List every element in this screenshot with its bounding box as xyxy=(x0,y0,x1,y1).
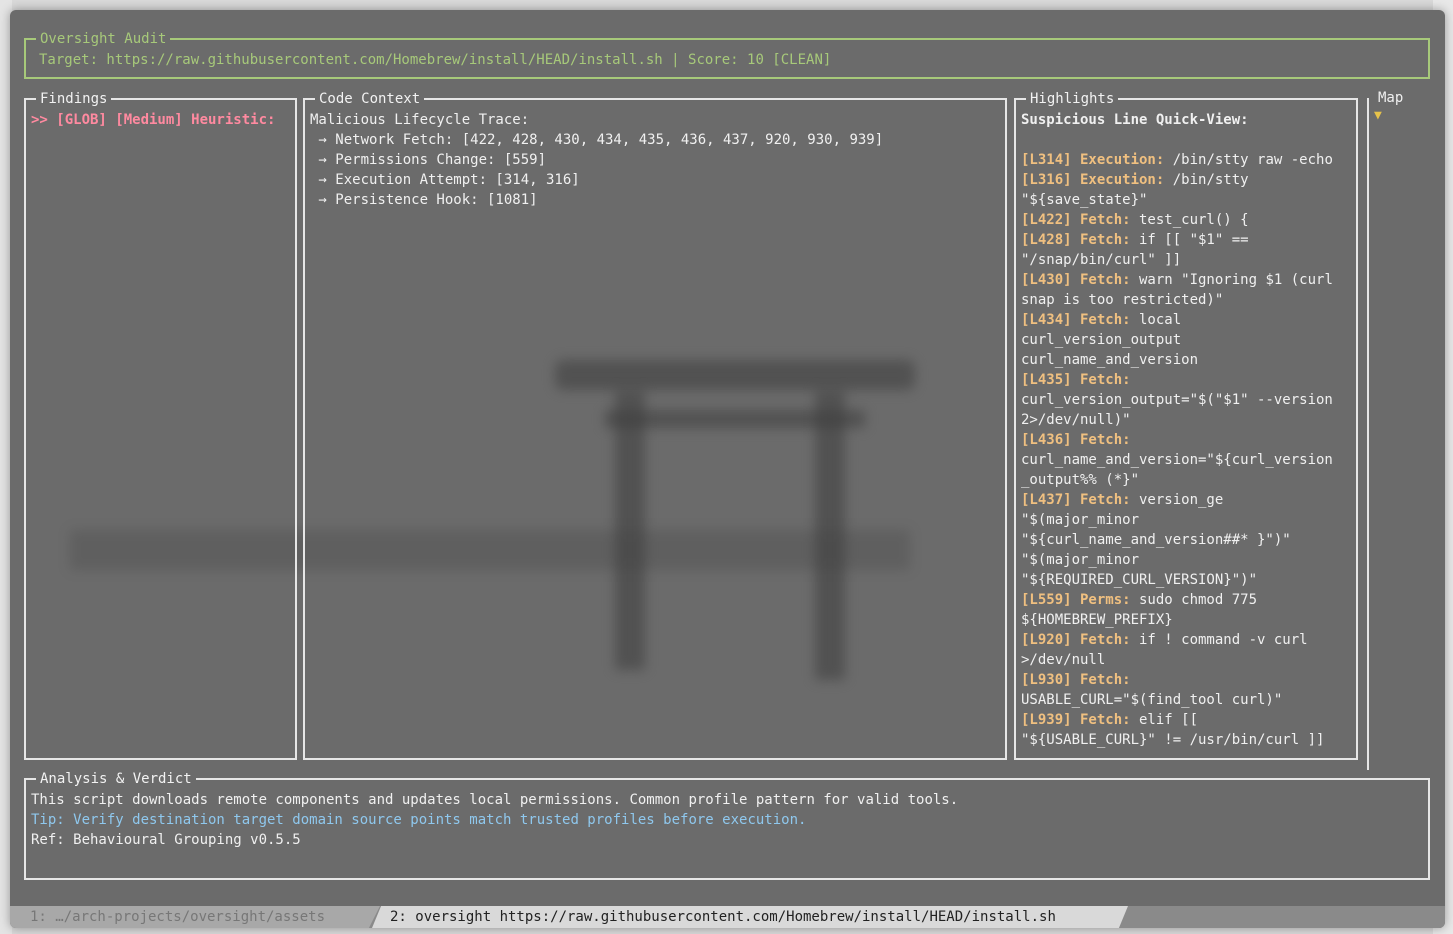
map-title: Map xyxy=(1378,90,1404,106)
highlight-ref: [L430] Fetch: xyxy=(1021,272,1131,288)
highlight-code: "${save_state}" xyxy=(1021,192,1148,208)
trace-network-fetch: → Network Fetch: [422, 428, 430, 434, 43… xyxy=(310,132,884,148)
highlight-l436[interactable]: [L436] Fetch: xyxy=(1021,430,1131,450)
highlight-code: "${curl_name_and_version##* }")" xyxy=(1021,532,1291,548)
highlight-l314[interactable]: [L314] Execution: /bin/stty raw -echo xyxy=(1021,150,1333,170)
finding-item[interactable]: >> [GLOB] [Medium] Heuristic: xyxy=(31,110,275,130)
highlight-ref: [L435] Fetch: xyxy=(1021,372,1131,388)
highlight-l430[interactable]: [L430] Fetch: warn "Ignoring $1 (curl xyxy=(1021,270,1333,290)
tab-1[interactable]: 1: …/arch-projects/oversight/assets xyxy=(10,906,380,928)
highlights-title: Highlights xyxy=(1026,89,1119,109)
highlight-ref: [L314] Execution: xyxy=(1021,152,1165,168)
highlight-ref: [L434] Fetch: xyxy=(1021,312,1131,328)
map-panel: Map ▼ xyxy=(1372,90,1432,760)
findings-title: Findings xyxy=(36,89,112,109)
highlight-code: _output%% (*}" xyxy=(1021,472,1140,488)
terminal-window[interactable]: Oversight Audit Target: https://raw.gith… xyxy=(10,10,1445,928)
highlight-code: 2>/dev/null)" xyxy=(1021,412,1131,428)
verdict-tip: Tip: Verify destination target domain so… xyxy=(31,812,807,828)
header-panel: Oversight Audit Target: https://raw.gith… xyxy=(24,29,1430,79)
highlight-l428[interactable]: [L428] Fetch: if [[ "$1" == xyxy=(1021,230,1249,250)
highlight-code: /bin/stty raw -echo xyxy=(1164,152,1333,168)
map-position-marker-icon[interactable]: ▼ xyxy=(1374,108,1382,123)
highlight-code: "${USABLE_CURL}" != /usr/bin/curl ]] xyxy=(1021,732,1325,748)
verdict-ref: Ref: Behavioural Grouping v0.5.5 xyxy=(31,832,301,848)
tab-2-active[interactable]: 2: oversight https://raw.githubuserconte… xyxy=(372,906,1128,928)
verdict-summary: This script downloads remote components … xyxy=(31,792,959,808)
highlight-code: /bin/stty xyxy=(1164,172,1249,188)
trace-heading: Malicious Lifecycle Trace: xyxy=(310,112,530,128)
verdict-panel: Analysis & Verdict This script downloads… xyxy=(24,769,1430,880)
highlight-code: warn "Ignoring $1 (curl xyxy=(1130,272,1333,288)
highlight-l434[interactable]: [L434] Fetch: local xyxy=(1021,310,1181,330)
highlight-code: USABLE_CURL="$(find_tool curl)" xyxy=(1021,692,1283,708)
highlights-heading: Suspicious Line Quick-View: xyxy=(1021,112,1249,128)
highlight-code: snap is too restricted)" xyxy=(1021,292,1224,308)
highlight-l920[interactable]: [L920] Fetch: if ! command -v curl xyxy=(1021,630,1308,650)
highlight-code: "$(major_minor xyxy=(1021,552,1140,568)
highlight-code: "/snap/bin/curl" ]] xyxy=(1021,252,1182,268)
highlight-code: "${REQUIRED_CURL_VERSION}")" xyxy=(1021,572,1258,588)
trace-permissions-change: → Permissions Change: [559] xyxy=(310,152,547,168)
highlight-ref: [L920] Fetch: xyxy=(1021,632,1131,648)
highlight-l316[interactable]: [L316] Execution: /bin/stty xyxy=(1021,170,1249,190)
highlight-l435[interactable]: [L435] Fetch: xyxy=(1021,370,1131,390)
highlight-ref: [L436] Fetch: xyxy=(1021,432,1131,448)
highlight-code: curl_name_and_version="${curl_version xyxy=(1021,452,1333,468)
highlight-ref: [L559] Perms: xyxy=(1021,592,1131,608)
highlight-code: test_curl() { xyxy=(1130,212,1249,228)
target-line: Target: https://raw.githubusercontent.co… xyxy=(39,52,832,68)
highlight-l437[interactable]: [L437] Fetch: version_ge xyxy=(1021,490,1223,510)
findings-panel: Findings >> [GLOB] [Medium] Heuristic: xyxy=(24,89,297,760)
highlight-ref: [L939] Fetch: xyxy=(1021,712,1131,728)
code-context-title: Code Context xyxy=(315,89,425,109)
highlight-code: curl_version_output xyxy=(1021,332,1182,348)
highlight-l559[interactable]: [L559] Perms: sudo chmod 775 xyxy=(1021,590,1257,610)
highlight-ref: [L316] Execution: xyxy=(1021,172,1165,188)
highlight-code: version_ge xyxy=(1130,492,1224,508)
highlight-ref: [L437] Fetch: xyxy=(1021,492,1131,508)
highlight-code: elif [[ xyxy=(1130,712,1199,728)
highlight-code: "$(major_minor xyxy=(1021,512,1140,528)
highlight-l939[interactable]: [L939] Fetch: elif [[ xyxy=(1021,710,1198,730)
highlights-panel: Highlights Suspicious Line Quick-View: [… xyxy=(1014,89,1358,760)
verdict-title: Analysis & Verdict xyxy=(36,769,196,789)
highlight-code: if ! command -v curl xyxy=(1130,632,1308,648)
trace-persistence-hook: → Persistence Hook: [1081] xyxy=(310,192,538,208)
highlight-l422[interactable]: [L422] Fetch: test_curl() { xyxy=(1021,210,1249,230)
code-context-panel: Code Context Malicious Lifecycle Trace: … xyxy=(303,89,1007,760)
highlight-code: curl_version_output="$("$1" --version xyxy=(1021,392,1333,408)
trace-execution-attempt: → Execution Attempt: [314, 316] xyxy=(310,172,580,188)
highlight-code: sudo chmod 775 xyxy=(1130,592,1258,608)
highlight-ref: [L930] Fetch: xyxy=(1021,672,1131,688)
highlight-code: curl_name_and_version xyxy=(1021,352,1199,368)
highlight-code: ${HOMEBREW_PREFIX} xyxy=(1021,612,1173,628)
highlight-ref: [L428] Fetch: xyxy=(1021,232,1131,248)
highlight-code: local xyxy=(1130,312,1182,328)
highlight-ref: [L422] Fetch: xyxy=(1021,212,1131,228)
header-title: Oversight Audit xyxy=(36,29,171,49)
highlight-code: >/dev/null xyxy=(1021,652,1106,668)
map-separator xyxy=(1367,98,1369,770)
highlight-l930[interactable]: [L930] Fetch: xyxy=(1021,670,1131,690)
highlight-code: if [[ "$1" == xyxy=(1130,232,1249,248)
